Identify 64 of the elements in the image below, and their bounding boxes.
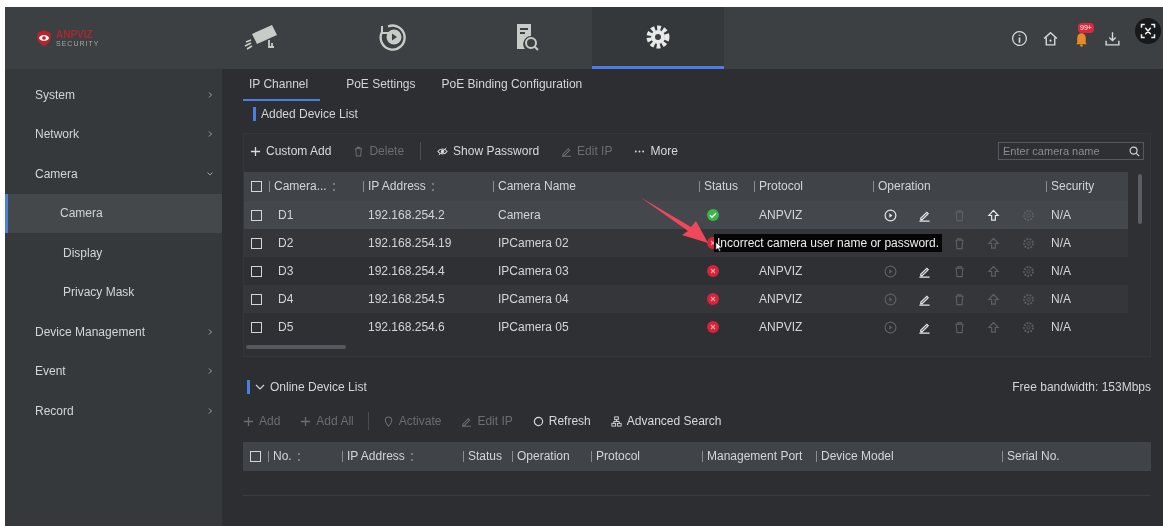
table-cell: 192.168.254.5 — [368, 292, 445, 306]
sidebar-subitem[interactable]: Privacy Mask — [5, 272, 222, 312]
table-cell: 192.168.254.4 — [368, 264, 445, 278]
sidebar-item[interactable]: Record — [5, 391, 222, 431]
section-title: Online Device List — [270, 380, 367, 394]
search-field[interactable]: Enter camera name — [998, 142, 1144, 160]
table-cell: ANPVIZ — [759, 292, 803, 306]
table-cell: N/A — [1051, 264, 1071, 278]
column-header[interactable]: Status — [468, 450, 503, 463]
table-cell-text: D5 — [277, 320, 294, 334]
column-header[interactable]: Protocol — [759, 180, 804, 193]
table-cell: Camera — [498, 208, 541, 222]
table-cell-text: D4 — [277, 292, 294, 306]
tooltip: Incorrect camera user name or password. — [714, 234, 943, 252]
tab[interactable]: IP Channel — [243, 69, 321, 101]
table-cell: ANPVIZ — [759, 264, 803, 278]
table-row[interactable]: D4 192.168.254.5 IPCamera 04 ANPVIZ N/A — [244, 285, 1128, 313]
toolbar-button[interactable]: Custom Add — [250, 144, 332, 158]
table-cell: N/A — [1051, 292, 1071, 306]
table-cell: N/A — [1051, 208, 1071, 222]
column-header[interactable]: Serial No. — [1007, 450, 1060, 463]
table-cell: IPCamera 05 — [498, 320, 569, 334]
tab[interactable]: PoE Settings — [346, 69, 416, 101]
column-header[interactable]: Camera... — [274, 180, 336, 193]
column-header[interactable]: Operation — [878, 180, 931, 193]
sidebar-subitem[interactable]: Camera — [5, 193, 222, 233]
table-cell: ANPVIZ — [759, 208, 803, 222]
column-header[interactable]: IP Address — [368, 180, 435, 193]
table-cell-text: D3 — [277, 264, 294, 278]
table-cell-text: D1 — [277, 208, 294, 222]
sidebar-subitem[interactable]: Display — [5, 233, 222, 273]
table-row[interactable]: D1 192.168.254.2 Camera ANPVIZ N/A — [244, 201, 1128, 229]
toolbar-button[interactable]: More — [634, 144, 678, 158]
column-header[interactable]: IP Address — [347, 450, 414, 463]
column-header[interactable]: Operation — [517, 450, 570, 463]
column-header[interactable]: Security — [1051, 180, 1095, 193]
bandwidth-text: Free bandwidth: 153Mbps — [1012, 380, 1151, 394]
table-cell-text: D2 — [277, 236, 294, 250]
table-cell: IPCamera 04 — [498, 292, 569, 306]
column-header[interactable]: Device Model — [821, 450, 894, 463]
table-cell: IPCamera 03 — [498, 264, 569, 278]
sidebar-item[interactable]: Camera — [5, 154, 222, 194]
sidebar-item[interactable]: System — [5, 75, 222, 115]
table-cell: IPCamera 02 — [498, 236, 569, 250]
column-header[interactable]: Camera Name — [498, 180, 577, 193]
sidebar-item[interactable]: Network — [5, 114, 222, 154]
toolbar-button[interactable]: Refresh — [532, 414, 591, 428]
toolbar-button[interactable]: Advanced Search — [610, 414, 722, 428]
column-header[interactable]: Status — [704, 180, 739, 193]
logo-text: ANPVIZ — [56, 29, 94, 40]
column-header[interactable]: No. — [273, 450, 301, 463]
section-title: Added Device List — [253, 107, 1151, 121]
sidebar-item[interactable]: Event — [5, 351, 222, 391]
toolbar-button[interactable]: Show Password — [437, 144, 540, 158]
column-header[interactable]: Protocol — [596, 450, 641, 463]
sidebar-item[interactable]: Device Management — [5, 312, 222, 352]
tab[interactable]: PoE Binding Configuration — [441, 69, 583, 101]
column-header[interactable]: Management Port — [707, 450, 803, 463]
table-cell: 192.168.254.19 — [368, 236, 452, 250]
table-cell: 192.168.254.6 — [368, 320, 445, 334]
table-cell: ANPVIZ — [759, 320, 803, 334]
table-cell: 192.168.254.2 — [368, 208, 445, 222]
table-cell: N/A — [1051, 320, 1071, 334]
table-cell: N/A — [1051, 236, 1071, 250]
